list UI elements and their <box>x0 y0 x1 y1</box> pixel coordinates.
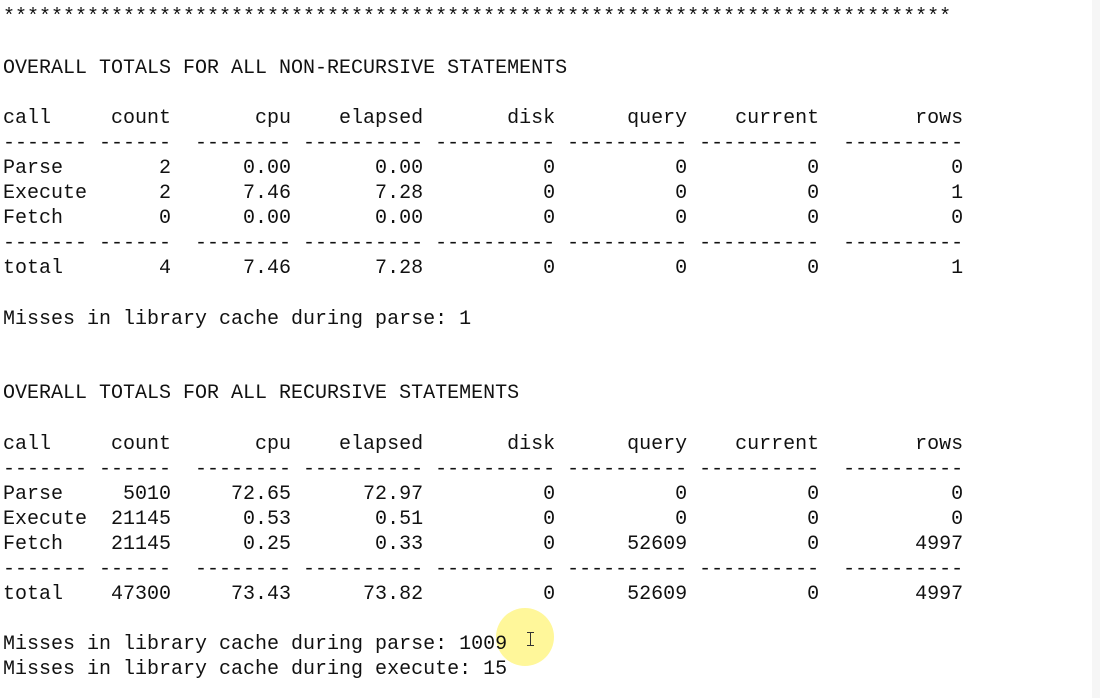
text-cursor-icon <box>527 632 534 646</box>
nonrecursive-total-row: total 4 7.46 7.28 0 0 0 1 <box>3 257 964 280</box>
table-row: Execute 21145 0.53 0.51 0 0 0 0 <box>3 508 964 531</box>
recursive-title: OVERALL TOTALS FOR ALL RECURSIVE STATEME… <box>3 382 520 405</box>
recursive-misses-parse: Misses in library cache during parse: 10… <box>3 633 508 656</box>
nonrecursive-title: OVERALL TOTALS FOR ALL NON-RECURSIVE STA… <box>3 57 568 80</box>
nonrecursive-rule: ------- ------ -------- ---------- -----… <box>3 132 964 155</box>
table-row: Parse 2 0.00 0.00 0 0 0 0 <box>3 157 964 180</box>
recursive-total-rule: ------- ------ -------- ---------- -----… <box>3 558 964 581</box>
separator-line: ****************************************… <box>3 6 952 29</box>
table-row: Parse 5010 72.65 72.97 0 0 0 0 <box>3 483 964 506</box>
nonrecursive-header: call count cpu elapsed disk query curren… <box>3 107 964 130</box>
recursive-total-row: total 47300 73.43 73.82 0 52609 0 4997 <box>3 583 964 606</box>
nonrecursive-total-rule: ------- ------ -------- ---------- -----… <box>3 232 964 255</box>
nonrecursive-misses-parse: Misses in library cache during parse: 1 <box>3 308 472 331</box>
recursive-header: call count cpu elapsed disk query curren… <box>3 433 964 456</box>
table-row: Execute 2 7.46 7.28 0 0 0 1 <box>3 182 964 205</box>
recursive-misses-execute: Misses in library cache during execute: … <box>3 658 508 681</box>
table-row: Fetch 21145 0.25 0.33 0 52609 0 4997 <box>3 533 964 556</box>
vertical-scrollbar[interactable] <box>1092 0 1100 698</box>
table-row: Fetch 0 0.00 0.00 0 0 0 0 <box>3 207 964 230</box>
recursive-rule: ------- ------ -------- ---------- -----… <box>3 458 964 481</box>
